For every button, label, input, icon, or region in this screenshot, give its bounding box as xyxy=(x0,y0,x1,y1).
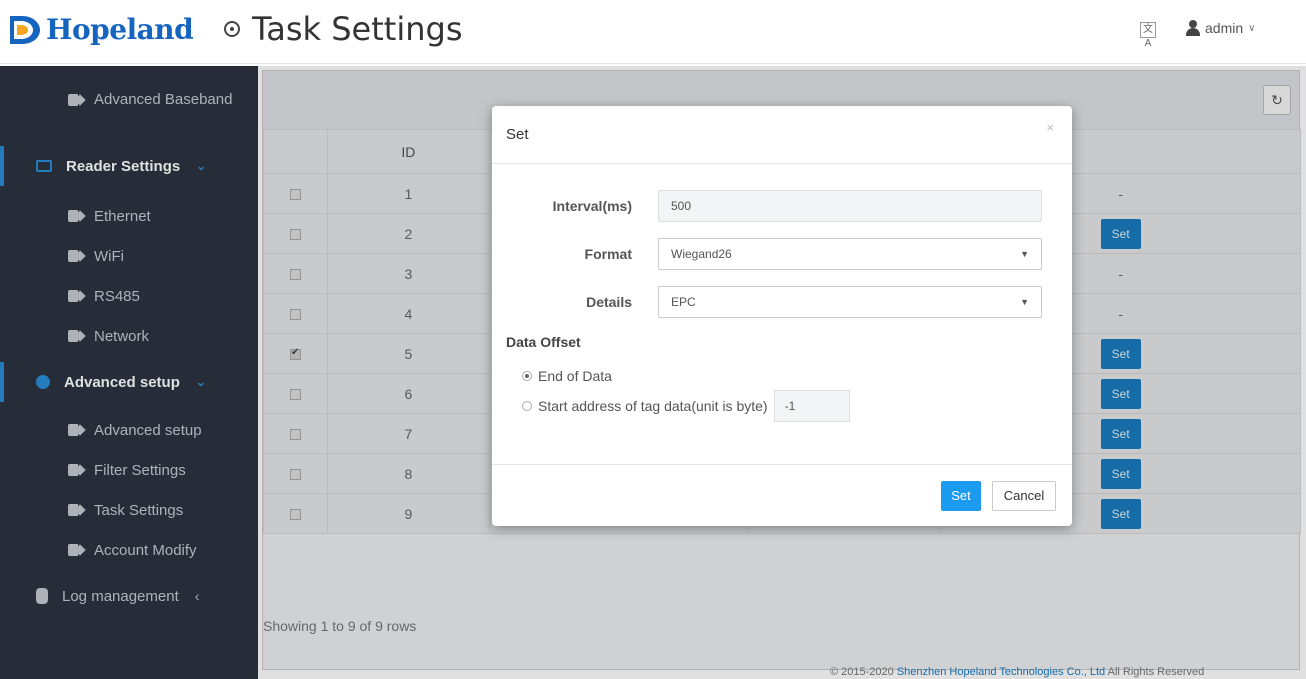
radio-start-address[interactable]: Start address of tag data(unit is byte) … xyxy=(522,390,850,422)
details-value: EPC xyxy=(671,295,696,309)
hopeland-logo[interactable]: Hopeland xyxy=(8,12,194,46)
format-select[interactable]: Wiegand26 ▼ xyxy=(658,238,1042,270)
cancel-button[interactable]: Cancel xyxy=(992,481,1056,511)
radio-label: End of Data xyxy=(538,368,612,384)
dialog-title: Set xyxy=(506,126,529,143)
radio-label: Start address of tag data(unit is byte) xyxy=(538,398,768,414)
dialog-header: Set × xyxy=(492,106,1072,164)
details-label: Details xyxy=(586,294,632,310)
format-row: Format Wiegand26 ▼ xyxy=(492,238,1072,270)
language-icon[interactable]: 文A xyxy=(1140,22,1156,49)
set-button[interactable]: Set xyxy=(941,481,981,511)
user-menu[interactable]: admin ∨ xyxy=(1186,20,1255,36)
page-title: Task Settings xyxy=(252,10,463,48)
details-row: Details EPC ▼ xyxy=(492,286,1072,318)
radio-end-of-data[interactable]: End of Data xyxy=(522,368,612,384)
set-dialog: Set × Interval(ms) 500 Format Wiegand26 … xyxy=(492,106,1072,526)
radio-button-selected[interactable] xyxy=(522,371,532,381)
page-title-wrap: Task Settings xyxy=(224,10,462,48)
dialog-footer: Set Cancel xyxy=(492,464,1072,526)
interval-label: Interval(ms) xyxy=(552,198,632,214)
interval-row: Interval(ms) 500 xyxy=(492,190,1072,222)
logo-mark-icon xyxy=(10,16,40,44)
offset-input[interactable]: -1 xyxy=(773,390,850,422)
format-value: Wiegand26 xyxy=(671,247,732,261)
details-select[interactable]: EPC ▼ xyxy=(658,286,1042,318)
caret-down-icon: ▼ xyxy=(1020,249,1029,259)
brand-name: Hopeland xyxy=(46,12,194,46)
caret-down-icon: ▼ xyxy=(1020,297,1029,307)
top-header: Hopeland Task Settings 文A admin ∨ xyxy=(0,0,1306,64)
radio-button[interactable] xyxy=(522,401,532,411)
interval-input[interactable]: 500 xyxy=(658,190,1042,222)
format-label: Format xyxy=(584,246,632,262)
user-name: admin xyxy=(1205,20,1244,36)
data-offset-label: Data Offset xyxy=(506,334,581,350)
user-icon xyxy=(1186,20,1200,36)
circle-dot-icon xyxy=(224,21,240,37)
chevron-down-icon: ∨ xyxy=(1248,22,1256,34)
close-icon[interactable]: × xyxy=(1046,120,1054,135)
